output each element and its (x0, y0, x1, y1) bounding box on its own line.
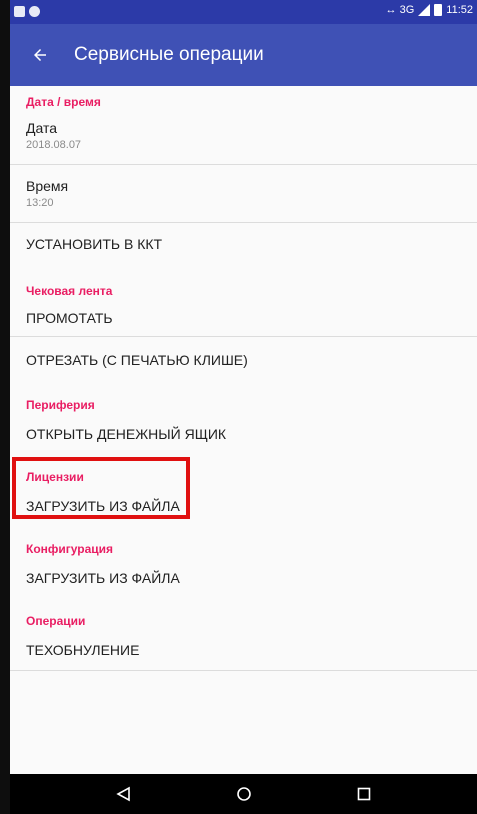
notification-image-icon (14, 6, 25, 17)
cut-tape-label: ОТРЕЗАТЬ (С ПЕЧАТЬЮ КЛИШЕ) (26, 352, 248, 368)
battery-icon (434, 4, 443, 16)
divider (10, 164, 477, 165)
set-in-kkt-button[interactable]: УСТАНОВИТЬ В ККТ (10, 236, 477, 266)
app-bar: Сервисные операции (10, 24, 477, 86)
navigation-bar (10, 774, 477, 814)
nav-back-button[interactable] (109, 779, 139, 809)
feed-tape-label: ПРОМОТАТЬ (26, 310, 113, 326)
set-in-kkt-label: УСТАНОВИТЬ В ККТ (26, 236, 163, 252)
back-button[interactable] (16, 31, 64, 79)
signal-icon (418, 4, 431, 16)
pref-time-value: 13:20 (26, 197, 54, 209)
status-bar: ↔ 3G 11:52 (10, 0, 477, 24)
config-load-from-file-button[interactable]: ЗАГРУЗИТЬ ИЗ ФАЙЛА (10, 570, 477, 600)
divider (10, 222, 477, 223)
cut-tape-button[interactable]: ОТРЕЗАТЬ (С ПЕЧАТЬЮ КЛИШЕ) (10, 352, 477, 382)
pref-time-title: Время (26, 178, 69, 194)
pref-time[interactable]: Время 13:20 (10, 178, 477, 220)
page-title: Сервисные операции (74, 44, 264, 65)
screen: ↔ 3G 11:52 Сервисные операции Дата / вре… (10, 0, 477, 814)
square-recents-icon (357, 787, 370, 801)
preferences-list: Дата / время Дата 2018.08.07 Время 13:20… (10, 86, 477, 774)
triangle-back-icon (115, 786, 130, 802)
clock: 11:52 (446, 4, 473, 16)
divider (10, 670, 477, 671)
divider (10, 336, 477, 337)
section-label-receipt-tape: Чековая лента (26, 284, 113, 298)
pref-date[interactable]: Дата 2018.08.07 (10, 120, 477, 162)
section-label-datetime: Дата / время (26, 95, 101, 109)
tech-reset-label: ТЕХОБНУЛЕНИЕ (26, 642, 140, 658)
licenses-load-from-file-button[interactable]: ЗАГРУЗИТЬ ИЗ ФАЙЛА (10, 498, 477, 528)
device-frame: ↔ 3G 11:52 Сервисные операции Дата / вре… (0, 0, 477, 814)
arrow-left-icon (34, 49, 46, 61)
section-label-periphery: Периферия (26, 398, 95, 412)
notification-icons (14, 6, 40, 17)
pref-date-value: 2018.08.07 (26, 139, 82, 151)
pref-date-title: Дата (26, 120, 58, 136)
config-load-from-file-label: ЗАГРУЗИТЬ ИЗ ФАЙЛА (26, 570, 180, 586)
nav-recents-button[interactable] (349, 779, 379, 809)
circle-home-icon (236, 787, 251, 801)
nav-home-button[interactable] (229, 779, 259, 809)
section-label-configuration: Конфигурация (26, 542, 114, 556)
section-label-licenses: Лицензии (26, 470, 84, 484)
status-indicators: ↔ 3G 11:52 (386, 4, 473, 16)
open-drawer-label: ОТКРЫТЬ ДЕНЕЖНЫЙ ЯЩИК (26, 426, 227, 442)
licenses-load-from-file-label: ЗАГРУЗИТЬ ИЗ ФАЙЛА (26, 498, 180, 514)
section-label-operations: Операции (26, 614, 86, 628)
notification-dot-icon (29, 6, 40, 17)
open-drawer-button[interactable]: ОТКРЫТЬ ДЕНЕЖНЫЙ ЯЩИК (10, 426, 477, 456)
tech-reset-button[interactable]: ТЕХОБНУЛЕНИЕ (10, 642, 477, 672)
device-bezel (0, 0, 10, 814)
network-type: ↔ 3G (385, 4, 415, 16)
